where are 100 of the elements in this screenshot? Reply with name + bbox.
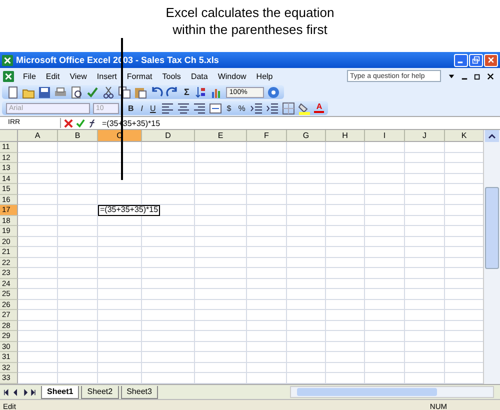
grid-cell[interactable] xyxy=(405,236,445,247)
grid-cell[interactable] xyxy=(58,226,98,236)
grid-cell[interactable] xyxy=(287,205,326,216)
grid-cell[interactable] xyxy=(142,142,195,152)
grid-cell[interactable] xyxy=(247,174,287,184)
grid-cell[interactable] xyxy=(58,174,98,184)
dropdown-arrow-icon[interactable] xyxy=(448,72,455,80)
scroll-up-icon[interactable] xyxy=(485,130,500,142)
grid-cell[interactable] xyxy=(142,352,195,362)
grid-cell[interactable] xyxy=(287,216,326,226)
grid-cell[interactable] xyxy=(142,163,195,174)
grid-cell[interactable] xyxy=(365,163,405,174)
grid-cell[interactable] xyxy=(142,331,195,342)
restore-icon[interactable] xyxy=(474,72,481,80)
checkmark-icon[interactable] xyxy=(76,118,85,128)
grid-cell[interactable] xyxy=(195,236,247,247)
grid-cell[interactable] xyxy=(142,289,195,300)
grid-cell[interactable] xyxy=(18,184,58,194)
spreadsheet-icon[interactable] xyxy=(3,70,14,82)
grid-cell[interactable] xyxy=(365,226,405,236)
format-button[interactable]: U xyxy=(148,104,158,112)
grid-cell[interactable] xyxy=(287,342,326,352)
grid-cell[interactable] xyxy=(405,278,445,289)
grid-cell[interactable] xyxy=(98,342,142,352)
grid-cell[interactable] xyxy=(98,258,142,268)
grid-cell[interactable] xyxy=(142,258,195,268)
grid-cell[interactable] xyxy=(18,258,58,268)
grid-cell[interactable] xyxy=(365,310,405,320)
grid-cell[interactable] xyxy=(326,278,365,289)
grid-cell[interactable] xyxy=(18,226,58,236)
grid-cell[interactable] xyxy=(58,163,98,174)
grid-cell[interactable] xyxy=(365,320,405,331)
column-header[interactable]: B xyxy=(58,130,98,142)
grid-cell[interactable] xyxy=(195,289,247,300)
grid-cell[interactable] xyxy=(18,247,58,258)
grid-cell[interactable] xyxy=(365,152,405,163)
grid-cell[interactable] xyxy=(287,258,326,268)
grid-cell[interactable] xyxy=(365,174,405,184)
grid-cell[interactable] xyxy=(58,268,98,278)
grid-cell[interactable] xyxy=(405,216,445,226)
grid-cell[interactable] xyxy=(287,152,326,163)
save-icon[interactable] xyxy=(38,86,51,98)
grid-cell[interactable] xyxy=(142,152,195,163)
grid-cell[interactable] xyxy=(365,352,405,362)
grid-cell[interactable] xyxy=(247,216,287,226)
grid-cell[interactable] xyxy=(405,352,445,362)
grid-cell[interactable] xyxy=(287,174,326,184)
grid-cell[interactable] xyxy=(365,362,405,373)
grid-cell[interactable] xyxy=(18,310,58,320)
redo-icon[interactable] xyxy=(166,86,179,98)
cell-editor[interactable]: =(35+35+35)*15 xyxy=(98,205,160,216)
grid-cell[interactable] xyxy=(142,320,195,331)
grid-cell[interactable] xyxy=(287,194,326,205)
grid-cell[interactable] xyxy=(195,320,247,331)
grid-cell[interactable] xyxy=(365,247,405,258)
grid-cell[interactable] xyxy=(247,152,287,163)
grid-cell[interactable] xyxy=(18,331,58,342)
grid-cell[interactable] xyxy=(365,142,405,152)
grid-cell[interactable] xyxy=(287,278,326,289)
grid-cell[interactable] xyxy=(405,184,445,194)
grid-cell[interactable] xyxy=(18,362,58,373)
grid-cell[interactable] xyxy=(326,289,365,300)
grid-cell[interactable] xyxy=(287,236,326,247)
grid-cell[interactable] xyxy=(247,289,287,300)
autosum-button[interactable]: Σ xyxy=(182,87,192,97)
grid-cell[interactable] xyxy=(18,152,58,163)
grid-cell[interactable] xyxy=(58,152,98,163)
grid-cell[interactable] xyxy=(326,320,365,331)
grid-cell[interactable] xyxy=(247,362,287,373)
grid-cell[interactable] xyxy=(18,320,58,331)
maximize-button[interactable] xyxy=(469,54,483,66)
menu-item[interactable]: Format xyxy=(122,72,158,80)
grid-cell[interactable] xyxy=(365,194,405,205)
grid-cell[interactable] xyxy=(195,278,247,289)
grid-cell[interactable] xyxy=(365,184,405,194)
minimize-button[interactable] xyxy=(454,54,468,66)
function-icon[interactable] xyxy=(88,118,97,128)
grid-cell[interactable] xyxy=(326,216,365,226)
grid-cell[interactable] xyxy=(98,289,142,300)
close-button[interactable] xyxy=(484,54,498,66)
grid-cell[interactable] xyxy=(142,278,195,289)
grid-cell[interactable] xyxy=(58,278,98,289)
grid-cell[interactable] xyxy=(405,331,445,342)
grid-cell[interactable] xyxy=(405,194,445,205)
grid-cell[interactable] xyxy=(326,331,365,342)
align-left-icon[interactable] xyxy=(160,102,174,114)
grid-cell[interactable] xyxy=(98,320,142,331)
grid-cell[interactable] xyxy=(365,342,405,352)
grid-cell[interactable] xyxy=(405,174,445,184)
grid-cell[interactable] xyxy=(287,247,326,258)
grid-cell[interactable] xyxy=(405,247,445,258)
grid-cell[interactable] xyxy=(195,152,247,163)
grid-cell[interactable] xyxy=(405,289,445,300)
grid-cell[interactable] xyxy=(195,258,247,268)
grid-cell[interactable] xyxy=(326,300,365,310)
grid-cell[interactable] xyxy=(98,236,142,247)
column-header[interactable]: A xyxy=(18,130,58,142)
grid-cell[interactable] xyxy=(58,258,98,268)
grid-cell[interactable] xyxy=(142,236,195,247)
grid-cell[interactable] xyxy=(247,236,287,247)
